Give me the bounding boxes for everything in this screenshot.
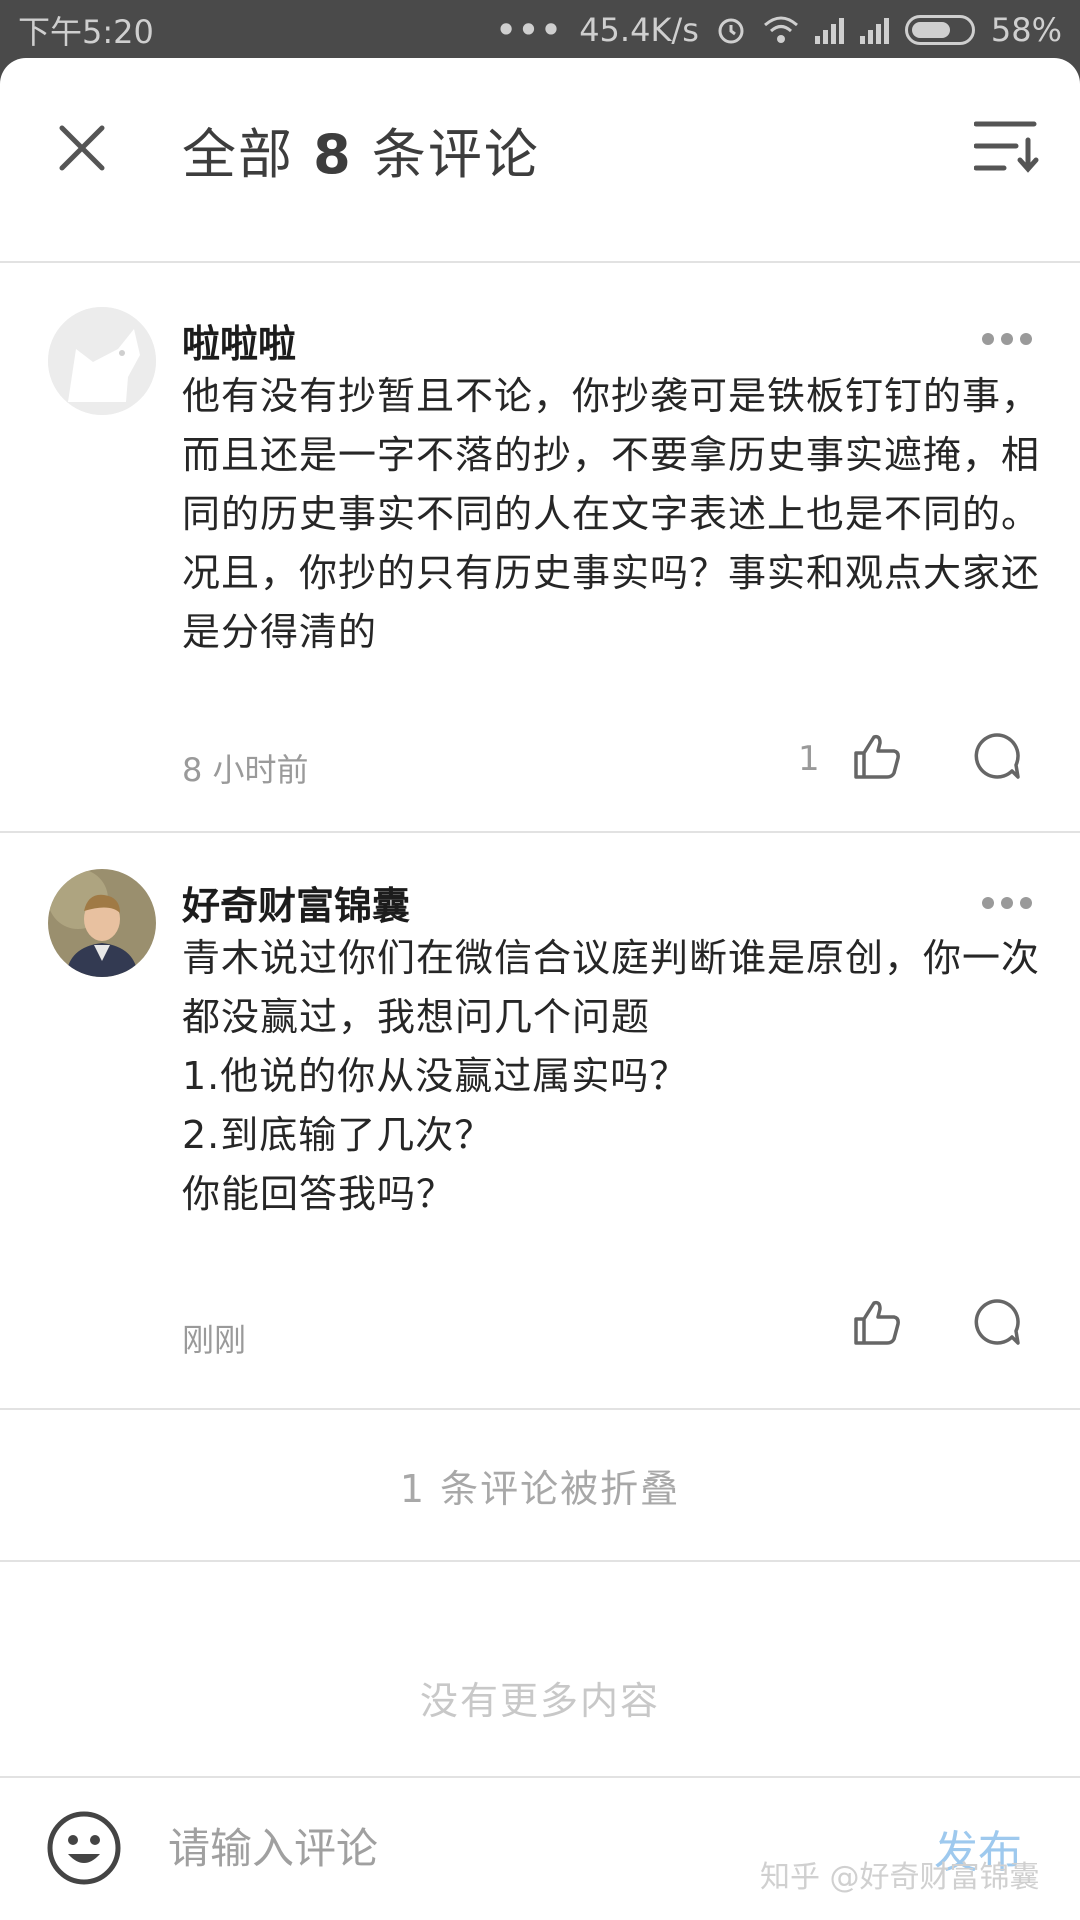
comment-author[interactable]: 啦啦啦 xyxy=(182,313,296,368)
comment-time: 8 小时前 xyxy=(182,751,309,789)
comments-sheet: 全部 8 条评论 啦啦啦 他有没有抄暂且不论，你抄袭可是铁板钉钉的事，而且还是一… xyxy=(0,58,1080,1920)
comment-text: 他有没有抄暂且不论，你抄袭可是铁板钉钉的事，而且还是一字不落的抄，不要拿历史事实… xyxy=(182,374,1041,654)
no-more-content: 没有更多内容 xyxy=(419,1679,660,1723)
more-options-button[interactable] xyxy=(982,329,1032,349)
more-options-button[interactable] xyxy=(982,893,1032,913)
thumbs-up-icon xyxy=(854,734,900,779)
reply-bubble-icon xyxy=(974,733,1020,779)
like-button[interactable] xyxy=(852,731,902,781)
like-count: 1 xyxy=(798,739,820,779)
comment-count: 8 xyxy=(313,123,353,186)
close-icon xyxy=(59,125,105,171)
comment-item: 啦啦啦 他有没有抄暂且不论，你抄袭可是铁板钉钉的事，而且还是一字不落的抄，不要拿… xyxy=(0,265,1080,833)
sort-icon xyxy=(973,121,1039,173)
comment-item: 好奇财富锦囊 青木说过你们在微信合议庭判断谁是原创，你一次都没赢过，我想问几个问… xyxy=(0,833,1080,1410)
reply-button[interactable] xyxy=(972,1297,1022,1347)
comment-text: 青木说过你们在微信合议庭判断谁是原创，你一次都没赢过，我想问几个问题 1.他说的… xyxy=(182,936,1041,1216)
emoji-button[interactable] xyxy=(44,1808,124,1888)
comment-input-bar: 发布 xyxy=(0,1776,1080,1920)
avatar[interactable] xyxy=(48,307,156,415)
like-button[interactable] xyxy=(852,1297,902,1347)
network-speed: 45.4K/s xyxy=(579,11,699,49)
emoji-icon xyxy=(47,1811,121,1885)
comment-time: 刚刚 xyxy=(182,1321,247,1359)
comment-author[interactable]: 好奇财富锦囊 xyxy=(182,875,410,930)
sort-button[interactable] xyxy=(973,118,1040,174)
alarm-icon xyxy=(718,18,744,44)
status-indicators: ••• 45.4K/s 58% xyxy=(496,11,1062,49)
watermark: 知乎 @好奇财富锦囊 xyxy=(760,1860,1040,1895)
page-title: 全部 8 条评论 xyxy=(182,110,540,189)
title-suffix: 条评论 xyxy=(371,123,540,186)
battery-level: 58% xyxy=(990,11,1062,49)
avatar[interactable] xyxy=(48,869,156,977)
title-prefix: 全部 xyxy=(182,123,294,186)
signal-icon-2 xyxy=(859,16,889,44)
wifi-icon xyxy=(763,16,798,43)
close-button[interactable] xyxy=(52,118,112,178)
signal-icon xyxy=(814,16,844,44)
more-dots-icon: ••• xyxy=(495,11,564,49)
default-avatar-icon xyxy=(48,307,156,415)
sheet-header: 全部 8 条评论 xyxy=(0,58,1080,263)
user-photo-avatar xyxy=(48,869,156,977)
battery-icon xyxy=(904,15,975,45)
status-time: 下午5:20 xyxy=(18,13,154,51)
reply-bubble-icon xyxy=(974,1299,1020,1345)
thumbs-up-icon xyxy=(854,1300,900,1345)
reply-button[interactable] xyxy=(972,731,1022,781)
status-bar: 下午5:20 ••• 45.4K/s 58% xyxy=(0,0,1080,60)
folded-comments-link[interactable]: 1 条评论被折叠 xyxy=(0,1410,1080,1562)
